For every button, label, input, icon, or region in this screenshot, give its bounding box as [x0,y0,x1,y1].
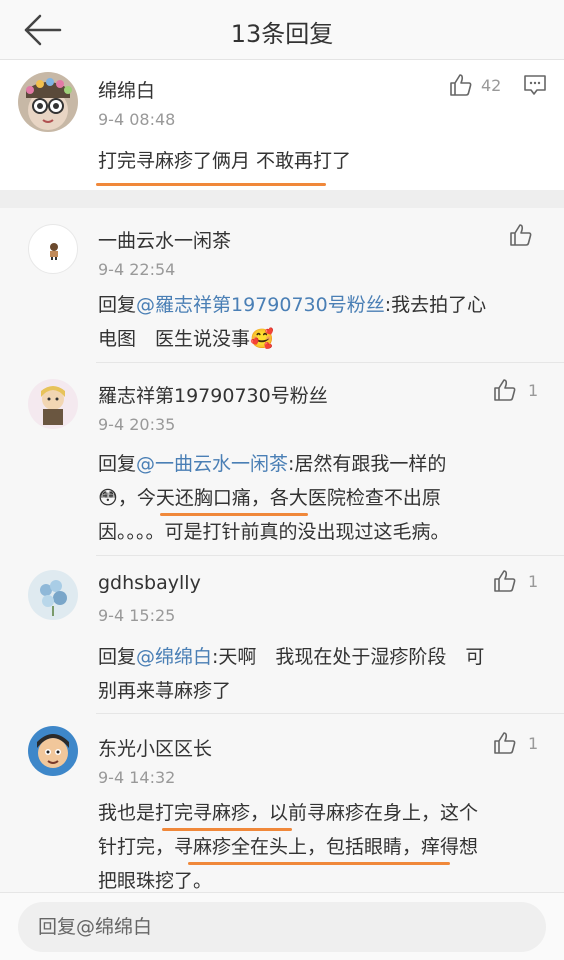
thumbs-up-icon[interactable] [492,377,518,403]
reply-text-line: :居然有跟我一样的 [288,453,447,475]
mention-link[interactable]: @羅志祥第19790730号粉丝 [136,294,385,316]
top-bar: 13条回复 [0,0,564,60]
reply-text-line: 我也是打完寻麻疹，以前寻麻疹在身上，这个 [98,802,479,824]
avatar[interactable] [28,726,78,776]
comment-bubble-icon[interactable] [522,72,548,98]
like-count: 1 [528,572,539,591]
reply-prefix: 回复 [98,294,137,316]
reply-text-line: 电图 医生说没事 [98,328,251,350]
avatar[interactable] [18,72,78,132]
reply-author[interactable]: 东光小区区长 [98,734,212,761]
like-count: 1 [528,381,539,400]
reply-text: 回复@绵绵白:天啊 我现在处于湿疹阶段 可 别再来荨麻疹了 [98,640,548,708]
reply-text-line: 别再来荨麻疹了 [98,680,232,702]
reply-text: 我也是打完寻麻疹，以前寻麻疹在身上，这个 针打完，寻麻疹全在头上，包括眼睛，痒得… [98,796,554,898]
reply-item: 羅志祥第19790730号粉丝 9-4 20:35 1 回复@一曲云水一闲茶:居… [0,363,564,556]
reply-time: 9-4 14:32 [98,768,176,787]
reply-prefix: 回复 [98,453,137,475]
reply-prefix: 回复 [98,646,137,668]
like-count: 1 [528,734,539,753]
reply-text-line: 把眼珠挖了。 [98,870,213,892]
reply-list: 一曲云水一闲茶 9-4 22:54 回复@羅志祥第19790730号粉丝:我去拍… [0,208,564,892]
reply-text-line: ，今天还胸口痛，各大医院检查不出原 [117,487,441,509]
reply-item: 一曲云水一闲茶 9-4 22:54 回复@羅志祥第19790730号粉丝:我去拍… [0,208,564,363]
reply-time: 9-4 22:54 [98,260,176,279]
reply-author[interactable]: gdhsbaylly [98,572,201,594]
comment-text: 打完寻麻疹了俩月 不敢再打了 [98,150,352,172]
reply-text: 回复@羅志祥第19790730号粉丝:我去拍了心 电图 医生说没事🥰 [98,288,548,356]
reply-time: 9-4 15:25 [98,606,176,625]
reply-text-line: :天啊 我现在处于湿疹阶段 可 [212,646,485,668]
reply-text-line: :我去拍了心 [384,294,487,316]
reply-author[interactable]: 一曲云水一闲茶 [98,226,231,253]
highlight-underline [96,183,326,186]
comment-time: 9-4 08:48 [98,110,176,129]
highlight-underline [162,828,292,831]
highlight-underline [160,513,308,516]
page-title: 13条回复 [230,20,334,48]
avatar[interactable] [28,224,78,274]
reply-time: 9-4 20:35 [98,415,176,434]
reply-item: gdhsbaylly 9-4 15:25 1 回复@绵绵白:天啊 我现在处于湿疹… [0,556,564,714]
thumbs-up-icon[interactable] [508,222,534,248]
comment-author[interactable]: 绵绵白 [98,76,155,103]
reply-text-line: 针打完，寻麻疹全在头上，包括眼睛，痒得想 [98,836,479,858]
avatar[interactable] [28,570,78,620]
highlight-underline [188,862,450,865]
thumbs-up-icon[interactable] [492,730,518,756]
reply-input[interactable] [18,902,546,952]
thumbs-up-icon[interactable] [492,568,518,594]
reply-item: 东光小区区长 9-4 14:32 1 我也是打完寻麻疹，以前寻麻疹在身上，这个 … [0,714,564,892]
main-comment: 绵绵白 9-4 08:48 42 打完寻麻疹了俩月 不敢再打了 [0,60,564,190]
avatar[interactable] [28,379,78,429]
emoji: 😳 [98,487,118,509]
reply-text: 回复@一曲云水一闲茶:居然有跟我一样的 😳，今天还胸口痛，各大医院检查不出原 因… [98,447,548,549]
reply-text-line: 因。。。。可是打针前真的没出现过这毛病。 [98,521,450,543]
thumbs-up-icon[interactable] [448,72,474,98]
mention-link[interactable]: @一曲云水一闲茶 [136,453,288,475]
emoji: 🥰 [250,328,274,350]
reply-bar [0,892,564,960]
like-count: 42 [481,76,502,95]
mention-link[interactable]: @绵绵白 [136,646,212,668]
section-divider [0,190,564,208]
reply-author[interactable]: 羅志祥第19790730号粉丝 [98,381,328,408]
